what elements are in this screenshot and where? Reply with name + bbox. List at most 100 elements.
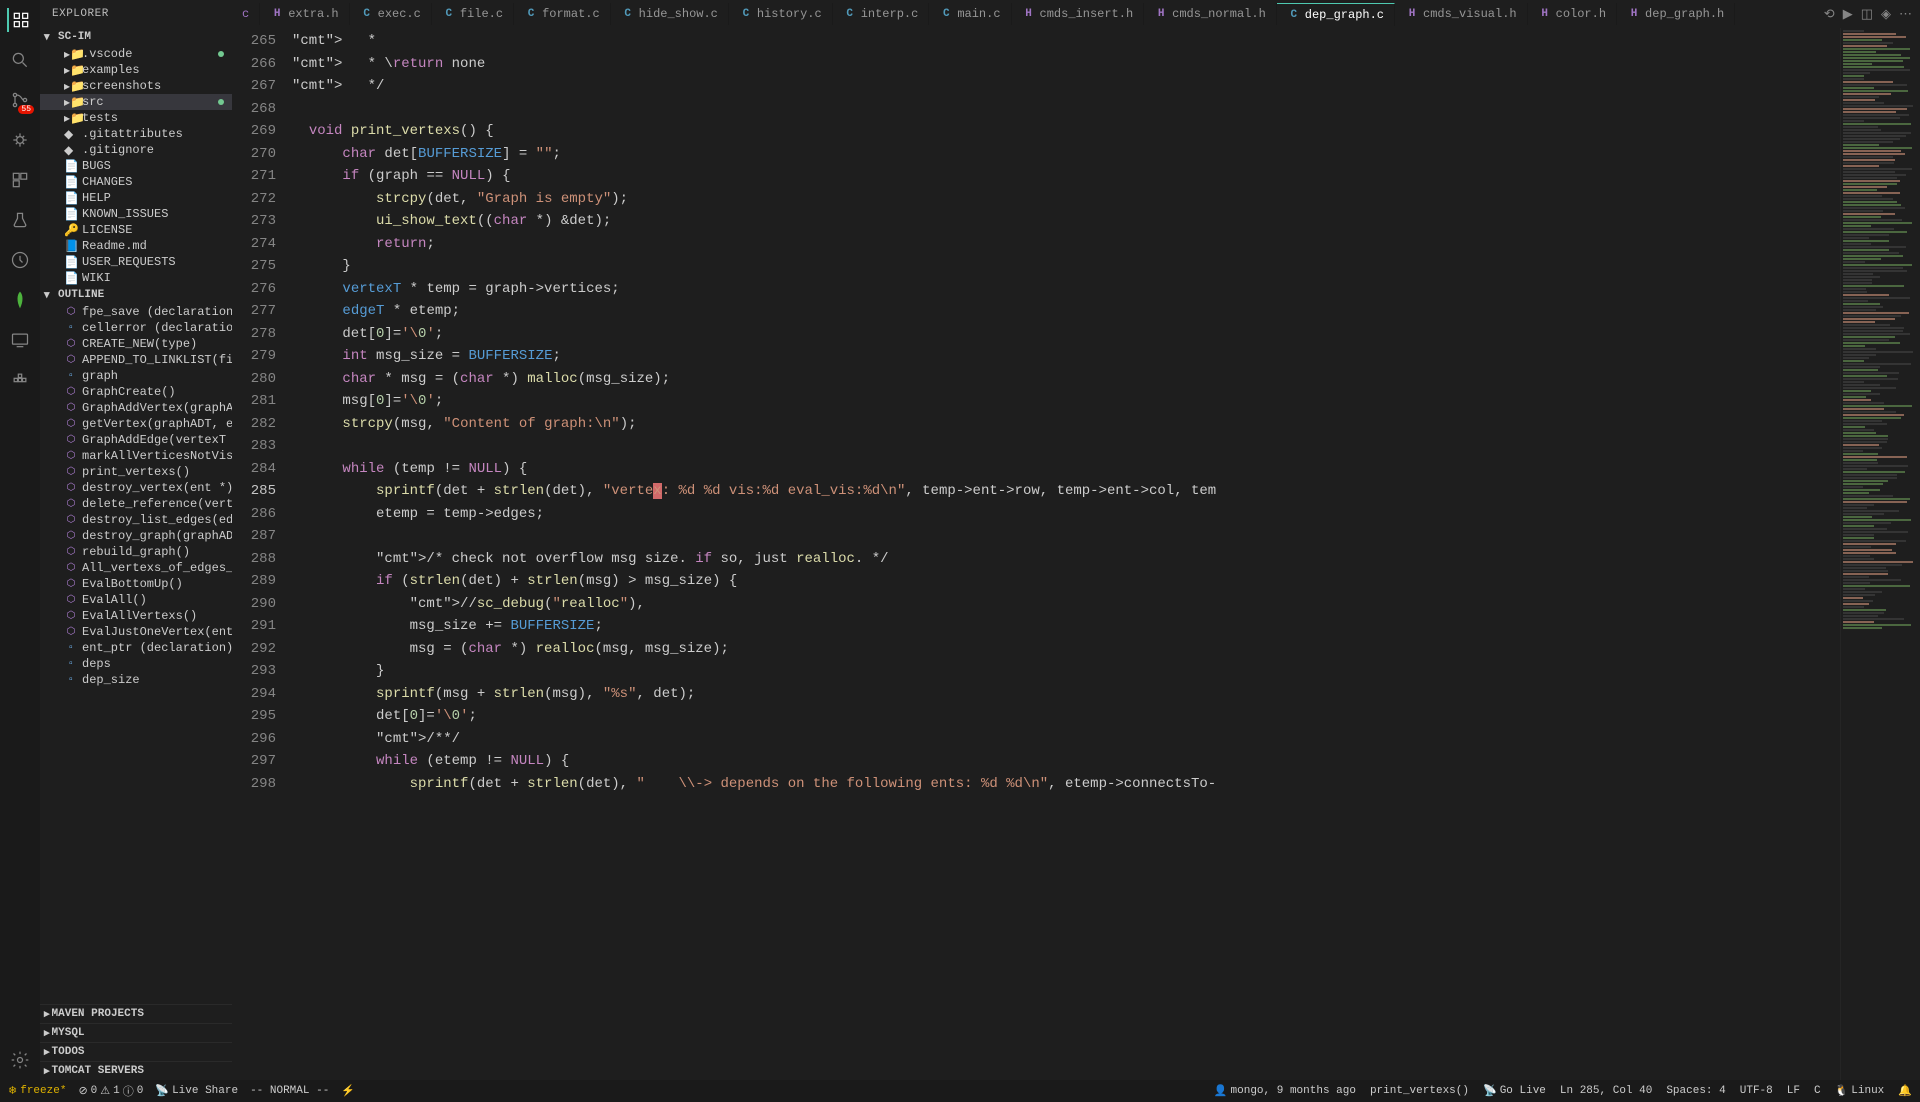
docker-icon[interactable] xyxy=(8,368,32,392)
tree-item[interactable]: ◆.gitattributes xyxy=(40,126,232,142)
status-spaces[interactable]: Spaces: 4 xyxy=(1666,1084,1725,1098)
outline-item[interactable]: ⬡All_vertexs_of_edges_visited(ed... xyxy=(40,560,232,576)
tree-item[interactable]: 📄CHANGES xyxy=(40,174,232,190)
outline-item[interactable]: ⬡EvalAllVertexs() xyxy=(40,608,232,624)
editor-tab[interactable]: Cexec.c xyxy=(350,3,432,25)
section-header[interactable]: ▸MAVEN PROJECTS xyxy=(40,1004,232,1023)
tree-item[interactable]: 📄HELP xyxy=(40,190,232,206)
outline-header[interactable]: ▾OUTLINE xyxy=(40,286,232,304)
explorer-icon[interactable] xyxy=(7,8,31,32)
outline-item[interactable]: ⬡EvalBottomUp() xyxy=(40,576,232,592)
status-vim-mode: -- NORMAL -- xyxy=(250,1085,329,1097)
tree-item[interactable]: 📄USER_REQUESTS xyxy=(40,254,232,270)
test-icon[interactable] xyxy=(8,208,32,232)
status-bell-icon[interactable]: 🔔 xyxy=(1898,1084,1912,1098)
project-header[interactable]: ▾SC-IM xyxy=(40,28,232,46)
status-go-live[interactable]: 📡 Go Live xyxy=(1483,1084,1546,1098)
outline-item[interactable]: ▫dep_size xyxy=(40,672,232,688)
tree-item[interactable]: ◆.gitignore xyxy=(40,142,232,158)
section-header[interactable]: ▸TOMCAT SERVERS xyxy=(40,1061,232,1080)
tree-item[interactable]: ▸📁.vscode xyxy=(40,46,232,62)
outline-item[interactable]: ⬡destroy_graph(graphADT) xyxy=(40,528,232,544)
outline-item[interactable]: ⬡getVertex(graphADT, ent *, int) xyxy=(40,416,232,432)
tab-bar: cHextra.hCexec.cCfile.cCformat.cChide_sh… xyxy=(232,0,1920,28)
compare-icon[interactable]: ⟲ xyxy=(1824,7,1835,22)
code-area[interactable]: "cmt"> *"cmt"> * \return none"cmt"> */ v… xyxy=(292,28,1840,1080)
outline-item[interactable]: ⬡CREATE_NEW(type) xyxy=(40,336,232,352)
search-icon[interactable] xyxy=(8,48,32,72)
activity-bar: 55 xyxy=(0,0,40,1080)
outline-item[interactable]: ▫deps xyxy=(40,656,232,672)
status-position[interactable]: Ln 285, Col 40 xyxy=(1560,1084,1652,1098)
outline-item[interactable]: ⬡rebuild_graph() xyxy=(40,544,232,560)
editor-tab[interactable]: Hcolor.h xyxy=(1528,3,1617,25)
settings-icon[interactable] xyxy=(8,1048,32,1072)
tree-item[interactable]: 📄KNOWN_ISSUES xyxy=(40,206,232,222)
section-header[interactable]: ▸TODOS xyxy=(40,1042,232,1061)
outline-item[interactable]: ⬡markAllVerticesNotVisited(int) xyxy=(40,448,232,464)
outline-item[interactable]: ⬡delete_reference(vertexT *, vert... xyxy=(40,496,232,512)
section-header[interactable]: ▸MYSQL xyxy=(40,1023,232,1042)
editor-tab[interactable]: Cmain.c xyxy=(929,3,1011,25)
outline-item[interactable]: ⬡GraphCreate() xyxy=(40,384,232,400)
editor-tab[interactable]: Cdep_graph.c xyxy=(1277,3,1395,26)
status-problems[interactable]: ⊘ 0 ⚠ 1 ⓘ 0 xyxy=(78,1083,143,1099)
mongodb-icon[interactable] xyxy=(8,288,32,312)
outline-item[interactable]: ⬡EvalJustOneVertex(ent *, int, int... xyxy=(40,624,232,640)
tree-item[interactable]: ▸📁screenshots xyxy=(40,78,232,94)
tree-item[interactable]: 📄BUGS xyxy=(40,158,232,174)
run-icon[interactable]: ▶ xyxy=(1843,7,1853,22)
tree-item[interactable]: 📄WIKI xyxy=(40,270,232,286)
editor-tab[interactable]: Hextra.h xyxy=(260,3,349,25)
outline-item[interactable]: ⬡GraphAddEdge(vertexT *, ent *,... xyxy=(40,432,232,448)
outline-item[interactable]: ⬡GraphAddVertex(graphADT, ent *) xyxy=(40,400,232,416)
more-icon[interactable]: ⋯ xyxy=(1899,7,1912,22)
split-icon[interactable]: ◫ xyxy=(1861,7,1873,22)
editor-tab[interactable]: Hcmds_normal.h xyxy=(1144,3,1277,25)
outline-item[interactable]: ⬡print_vertexs() xyxy=(40,464,232,480)
debug-icon[interactable] xyxy=(8,128,32,152)
editor-tab[interactable]: Cinterp.c xyxy=(833,3,930,25)
tree-item[interactable]: ▸📁src xyxy=(40,94,232,110)
outline-item[interactable]: ⬡EvalAll() xyxy=(40,592,232,608)
outline-item[interactable]: ▫ent_ptr (declaration) xyxy=(40,640,232,656)
tree-item[interactable]: ▸📁tests xyxy=(40,110,232,126)
remote-icon[interactable] xyxy=(8,328,32,352)
tree-item[interactable]: 🔑LICENSE xyxy=(40,222,232,238)
line-gutter: 2652662672682692702712722732742752762772… xyxy=(232,28,292,1080)
outline-item[interactable]: ⬡destroy_vertex(ent *) xyxy=(40,480,232,496)
editor-tab[interactable]: Hdep_graph.h xyxy=(1617,3,1735,25)
timeline-icon[interactable] xyxy=(8,248,32,272)
minimap[interactable] xyxy=(1840,28,1920,1080)
tree-item[interactable]: 📘Readme.md xyxy=(40,238,232,254)
status-language[interactable]: C xyxy=(1814,1084,1821,1098)
editor-tab[interactable]: Chistory.c xyxy=(729,3,833,25)
editor-tab[interactable]: Cformat.c xyxy=(514,3,611,25)
outline-item[interactable]: ⬡APPEND_TO_LINKLIST(firstNod... xyxy=(40,352,232,368)
editor-tab[interactable]: Chide_show.c xyxy=(611,3,729,25)
status-encoding[interactable]: UTF-8 xyxy=(1740,1084,1773,1098)
source-control-icon[interactable]: 55 xyxy=(8,88,32,112)
tree-item[interactable]: ▸📁examples xyxy=(40,62,232,78)
status-function[interactable]: print_vertexs() xyxy=(1370,1084,1469,1098)
outline-item[interactable]: ▫cellerror (declaration) xyxy=(40,320,232,336)
editor-tab[interactable]: Hcmds_insert.h xyxy=(1012,3,1145,25)
editor-content[interactable]: 2652662672682692702712722732742752762772… xyxy=(232,28,1920,1080)
outline-item[interactable]: ⬡fpe_save (declaration) xyxy=(40,304,232,320)
editor-area: cHextra.hCexec.cCfile.cCformat.cChide_sh… xyxy=(232,0,1920,1080)
extensions-icon[interactable] xyxy=(8,168,32,192)
status-eol[interactable]: LF xyxy=(1787,1084,1800,1098)
status-freeze[interactable]: ❄ freeze* xyxy=(8,1084,66,1098)
outline-item[interactable]: ⬡destroy_list_edges(edgeT *) xyxy=(40,512,232,528)
tab-overflow[interactable]: c xyxy=(232,3,260,25)
status-blame[interactable]: 👤 mongo, 9 months ago xyxy=(1214,1084,1356,1098)
status-bolt[interactable]: ⚡ xyxy=(341,1084,355,1098)
editor-tab[interactable]: Hcmds_visual.h xyxy=(1395,3,1528,25)
status-os[interactable]: 🐧 Linux xyxy=(1835,1084,1885,1098)
toggle-icon[interactable]: ◈ xyxy=(1881,7,1891,22)
outline-list: ⬡fpe_save (declaration)▫cellerror (decla… xyxy=(40,304,232,1004)
editor-tab[interactable]: Cfile.c xyxy=(432,3,514,25)
outline-item[interactable]: ▫graph xyxy=(40,368,232,384)
status-bar: ❄ freeze* ⊘ 0 ⚠ 1 ⓘ 0 📡 Live Share -- NO… xyxy=(0,1080,1920,1102)
status-live-share[interactable]: 📡 Live Share xyxy=(155,1084,238,1098)
